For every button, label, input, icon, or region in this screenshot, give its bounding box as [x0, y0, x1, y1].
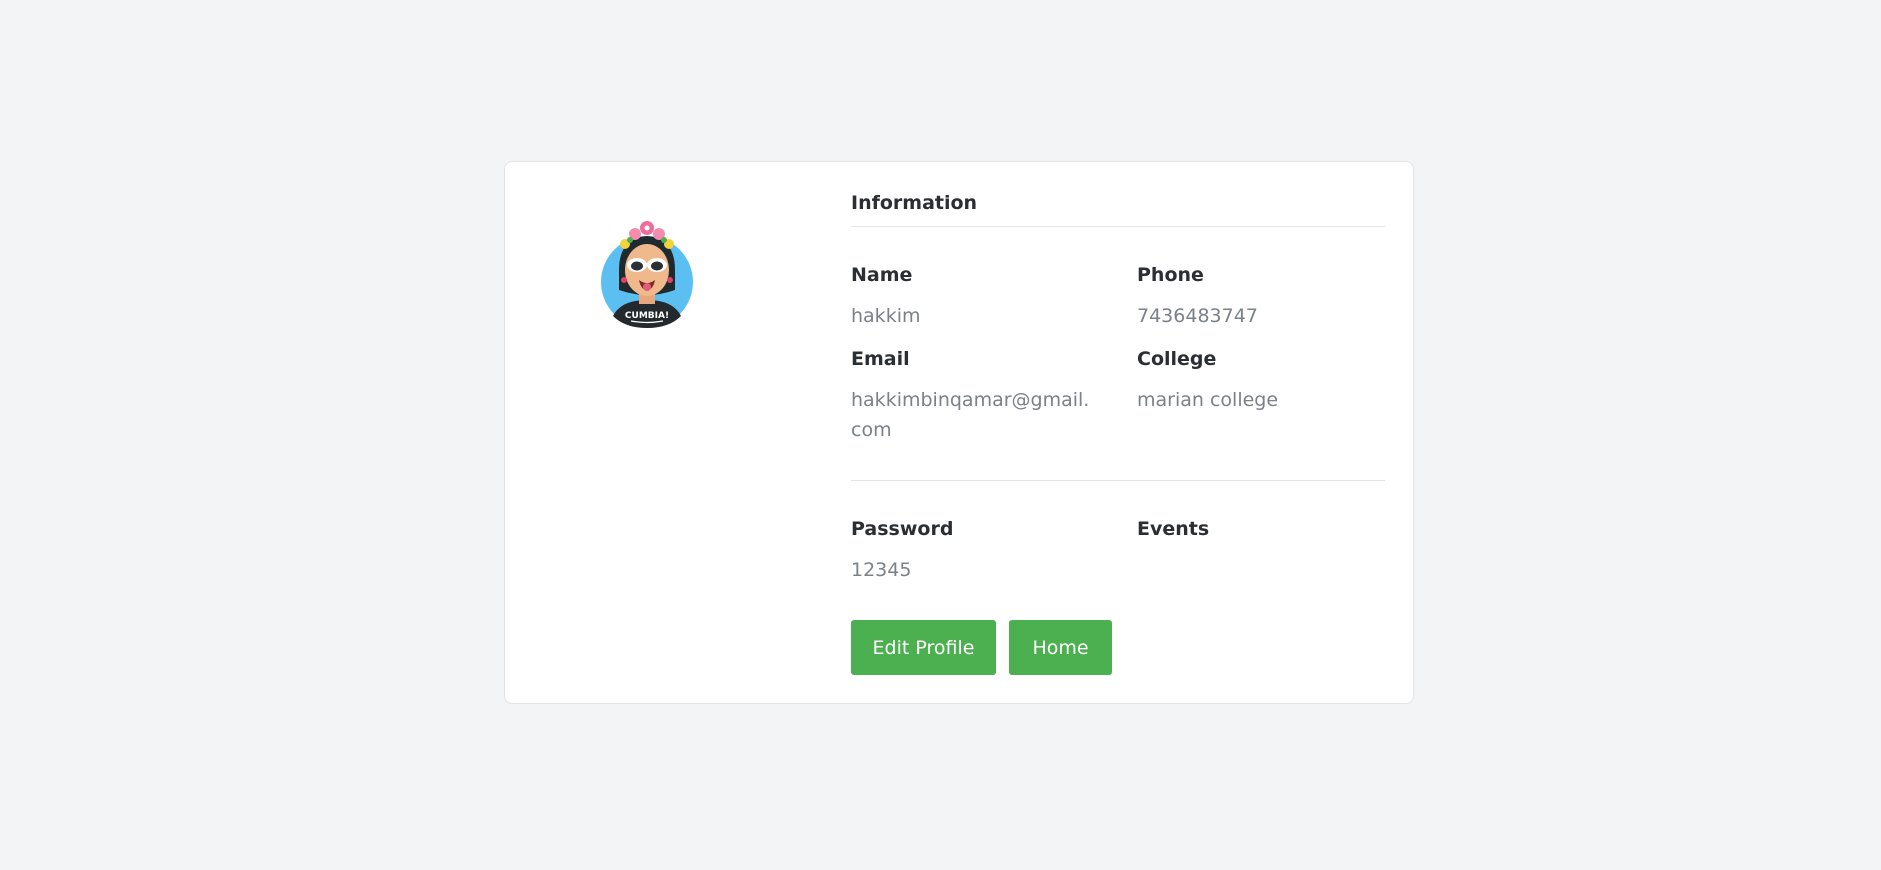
field-label: Events — [1137, 518, 1210, 540]
field-label: Password — [851, 518, 954, 540]
home-button[interactable]: Home — [1009, 620, 1112, 675]
divider — [851, 480, 1385, 481]
field-password: Password 12345 — [851, 518, 1101, 585]
section-title: Information — [851, 192, 978, 214]
divider — [851, 226, 1385, 227]
field-value: hakkim — [851, 305, 921, 327]
field-email: Email hakkimbinqamar@gmail.com — [851, 348, 1097, 445]
field-value: marian college — [1137, 389, 1279, 411]
field-phone: Phone 7436483747 — [1137, 264, 1387, 331]
field-events: Events — [1137, 518, 1387, 555]
field-value: 7436483747 — [1137, 305, 1258, 327]
field-label: Email — [851, 348, 910, 370]
field-value: 12345 — [851, 559, 912, 581]
edit-profile-button[interactable]: Edit Profile — [851, 620, 996, 675]
field-label: College — [1137, 348, 1217, 370]
field-value: hakkimbinqamar@gmail.com — [851, 389, 1090, 441]
field-label: Phone — [1137, 264, 1204, 286]
avatar: CUMBIA! — [599, 220, 695, 336]
field-name: Name hakkim — [851, 264, 1101, 331]
avatar-illustration: CUMBIA! — [601, 221, 693, 328]
profile-card: CUMBIA! Information Name hakkim Phone 74… — [504, 161, 1414, 704]
field-college: College marian college — [1137, 348, 1387, 415]
avatar-shirt-text: CUMBIA! — [625, 311, 669, 321]
field-label: Name — [851, 264, 913, 286]
